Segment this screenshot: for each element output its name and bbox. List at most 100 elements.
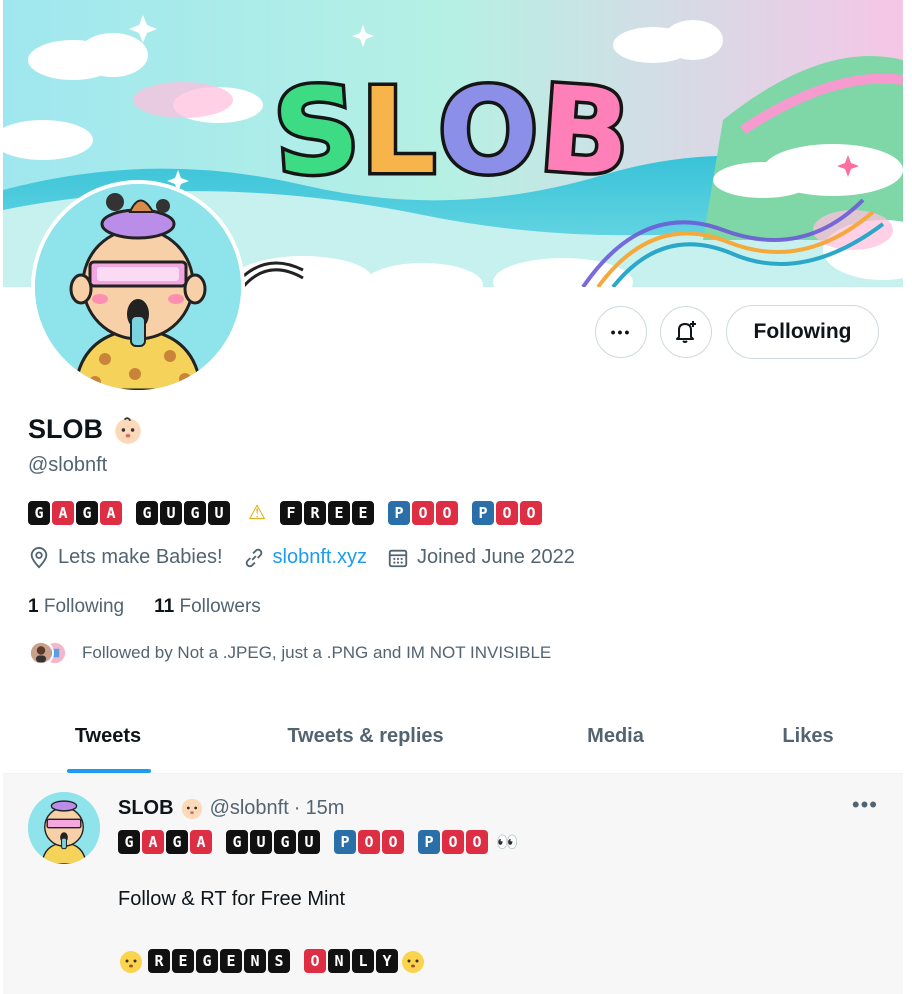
tweet-text-line: REGENSONLY <box>118 948 426 974</box>
letter-tile: O <box>436 500 458 525</box>
location-pin-icon <box>30 546 48 568</box>
following-button[interactable]: Following <box>726 305 879 359</box>
letter-tile: O <box>520 500 542 525</box>
more-options-button[interactable]: ••• <box>595 306 647 358</box>
joined-text: Joined June 2022 <box>417 546 575 568</box>
tab-label: Tweets <box>74 725 142 747</box>
baby-face-icon <box>120 951 142 973</box>
more-horizontal-icon: ••• <box>610 324 632 340</box>
tweet-header: SLOB @slobnft · 15m <box>118 796 344 820</box>
tab-label: Media <box>587 725 644 747</box>
tab-label: Likes <box>782 725 834 747</box>
letter-tile: O <box>382 830 404 854</box>
letter-tile: U <box>250 830 272 854</box>
tweet-avatar[interactable] <box>28 792 100 864</box>
letter-tile: L <box>352 949 374 973</box>
link-icon <box>245 548 262 567</box>
letter-tile: F <box>280 500 302 525</box>
letter-tile: S <box>268 949 290 973</box>
tweet-text-line: G A G A G U G U P O O P O O 👀 <box>118 830 518 854</box>
banner-letter: S <box>266 56 369 207</box>
letter-tile: O <box>496 500 518 525</box>
eyes-emoji: 👀 <box>496 831 519 852</box>
bell-plus-icon <box>676 321 696 343</box>
followed-by-text: Followed by Not a .JPEG, just a .PNG and… <box>82 643 552 662</box>
following-count-link[interactable]: 1 Following <box>28 596 124 618</box>
profile-tabs: Tweets Tweets & replies Media Likes <box>3 700 903 774</box>
letter-tile: G <box>118 830 140 854</box>
letter-tile: G <box>76 500 98 525</box>
letter-tile: O <box>412 500 434 525</box>
letter-tile: P <box>334 830 356 854</box>
avatar-illustration <box>35 184 241 390</box>
letter-tile: O <box>442 830 464 854</box>
website-item[interactable]: slobnft.xyz <box>243 546 367 569</box>
letter-tile: U <box>160 500 182 525</box>
notifications-button[interactable] <box>660 306 712 358</box>
letter-tile: E <box>328 500 350 525</box>
letter-tile: G <box>166 830 188 854</box>
profile-bio: G A G A G U G U ⚠ F R E E P O O P O O <box>28 500 544 525</box>
followers-count-link[interactable]: 11 Followers <box>154 596 261 618</box>
letter-tile: P <box>472 500 494 525</box>
more-horizontal-icon[interactable]: ••• <box>852 792 878 818</box>
letter-tile: A <box>52 500 74 525</box>
follower-avatar <box>28 640 54 666</box>
letter-tile: G <box>28 500 50 525</box>
tab-tweets-replies[interactable]: Tweets & replies <box>258 700 473 773</box>
tweet-author-name[interactable]: SLOB <box>118 797 174 820</box>
letter-tile: A <box>100 500 122 525</box>
tweet[interactable]: SLOB @slobnft · 15m ••• G A G A G U G U P O O P O O 👀 … <box>3 774 903 994</box>
letter-tile: N <box>328 949 350 973</box>
letter-tile: P <box>418 830 440 854</box>
website-link[interactable]: slobnft.xyz <box>273 546 367 569</box>
profile-stats: 1 Following 11 Followers <box>28 596 291 618</box>
profile-avatar[interactable] <box>31 180 245 394</box>
letter-tile: E <box>172 949 194 973</box>
letter-tile: G <box>226 830 248 854</box>
letter-tile: O <box>466 830 488 854</box>
letter-tile: U <box>208 500 230 525</box>
baby-face-icon <box>115 416 141 444</box>
following-count-label: Following <box>43 596 125 617</box>
location-item: Lets make Babies! <box>28 546 223 569</box>
profile-handle: @slobnft <box>28 454 108 476</box>
tab-tweets[interactable]: Tweets <box>43 700 173 773</box>
profile-page: SLOB ••• Following SLOB @slobnft G A G A… <box>3 0 903 994</box>
tweet-separator: · <box>293 796 301 819</box>
location-text: Lets make Babies! <box>58 546 223 568</box>
letter-tile: E <box>352 500 374 525</box>
letter-tile: A <box>142 830 164 854</box>
profile-meta: Lets make Babies! slobnft.xyz Joined Jun… <box>28 546 595 569</box>
following-count: 1 <box>28 596 39 617</box>
warning-icon: ⚠ <box>248 502 266 524</box>
display-name: SLOB <box>28 414 104 444</box>
letter-tile: G <box>196 949 218 973</box>
letter-tile: U <box>298 830 320 854</box>
baby-face-icon <box>402 951 424 973</box>
tab-likes[interactable]: Likes <box>758 700 858 773</box>
letter-tile: R <box>148 949 170 973</box>
letter-tile: A <box>190 830 212 854</box>
banner-letter: L <box>357 59 439 204</box>
followers-count-label: Followers <box>179 596 261 617</box>
letter-tile: P <box>388 500 410 525</box>
letter-tile: O <box>358 830 380 854</box>
avatar-illustration <box>28 792 100 864</box>
profile-name-row: SLOB <box>28 414 143 445</box>
letter-tile: Y <box>376 949 398 973</box>
letter-tile: N <box>244 949 266 973</box>
letter-tile: R <box>304 500 326 525</box>
tweet-author-handle[interactable]: @slobnft <box>210 797 289 820</box>
letter-tile: G <box>274 830 296 854</box>
joined-item: Joined June 2022 <box>387 546 575 569</box>
followed-by[interactable]: Followed by Not a .JPEG, just a .PNG and… <box>28 640 551 666</box>
tweet-text: Follow & RT for Free Mint <box>118 888 346 910</box>
calendar-icon <box>388 549 408 567</box>
letter-tile: E <box>220 949 242 973</box>
letter-tile: O <box>304 949 326 973</box>
tab-label: Tweets & replies <box>287 725 444 747</box>
tweet-time[interactable]: 15m <box>305 797 344 820</box>
tab-media[interactable]: Media <box>558 700 673 773</box>
followers-count: 11 <box>154 596 175 617</box>
